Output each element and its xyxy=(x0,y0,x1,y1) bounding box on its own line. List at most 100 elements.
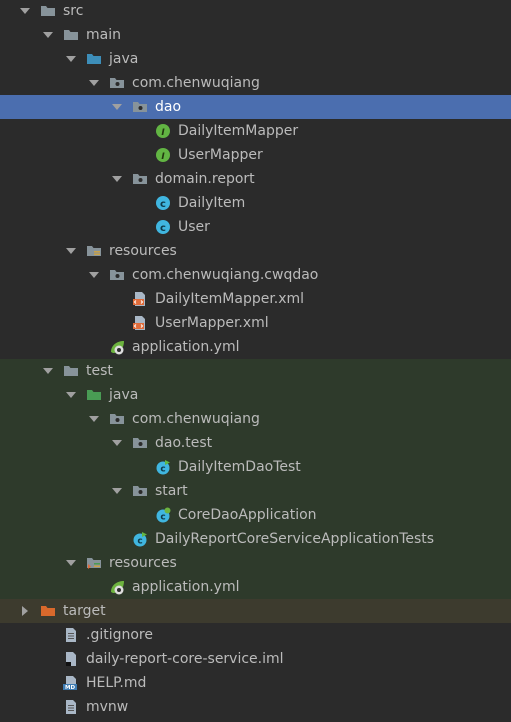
tree-node-com-chenwuqiang[interactable]: com.chenwuqiang xyxy=(0,407,511,431)
tree-node-java[interactable]: java xyxy=(0,383,511,407)
folder-icon xyxy=(63,27,79,43)
expand-arrow-icon[interactable] xyxy=(65,53,77,65)
package-icon xyxy=(132,483,148,499)
tree-node-dao-test[interactable]: dao.test xyxy=(0,431,511,455)
svg-text:c: c xyxy=(160,223,166,234)
iml-file-icon xyxy=(63,651,79,667)
tree-node-label: UserMapper xyxy=(178,147,263,163)
tree-node-label: resources xyxy=(109,243,177,259)
tree-node-dailyitemmapper[interactable]: I DailyItemMapper xyxy=(0,119,511,143)
resources-folder-icon xyxy=(86,243,102,259)
package-icon xyxy=(132,171,148,187)
tree-node-label: start xyxy=(155,483,188,499)
tree-node-label: dao xyxy=(155,99,182,115)
package-icon xyxy=(109,75,125,91)
tree-node-label: daily-report-core-service.iml xyxy=(86,651,284,667)
tree-node-label: test xyxy=(86,363,113,379)
tree-node-label: DailyItemDaoTest xyxy=(178,459,301,475)
spring-config-icon xyxy=(109,339,125,355)
expand-arrow-icon[interactable] xyxy=(111,437,123,449)
xml-file-icon xyxy=(132,291,148,307)
class-icon: c xyxy=(155,219,171,235)
markdown-file-icon: MD xyxy=(63,675,79,691)
tree-node-application-yml[interactable]: application.yml xyxy=(0,335,511,359)
svg-text:c: c xyxy=(137,537,142,547)
svg-text:MD: MD xyxy=(65,685,75,691)
tree-node-target[interactable]: target xyxy=(0,599,511,623)
expand-arrow-icon[interactable] xyxy=(42,29,54,41)
expand-arrow-icon[interactable] xyxy=(111,485,123,497)
tree-node-dailyitem[interactable]: c DailyItem xyxy=(0,191,511,215)
tree-node-dao[interactable]: dao xyxy=(0,95,511,119)
tree-node-coredaoapplication[interactable]: c CoreDaoApplication xyxy=(0,503,511,527)
folder-icon xyxy=(40,3,56,19)
expand-arrow-icon[interactable] xyxy=(88,413,100,425)
expand-arrow-icon[interactable] xyxy=(111,101,123,113)
tree-node-main[interactable]: main xyxy=(0,23,511,47)
tree-node-label: dao.test xyxy=(155,435,213,451)
tree-node-usermapper[interactable]: I UserMapper xyxy=(0,143,511,167)
tree-node-label: resources xyxy=(109,555,177,571)
svg-text:c: c xyxy=(160,513,165,523)
tree-node-user[interactable]: c User xyxy=(0,215,511,239)
tree-node-test[interactable]: test xyxy=(0,359,511,383)
tree-node-start[interactable]: start xyxy=(0,479,511,503)
tree-node-dailyitemdaotest[interactable]: c DailyItemDaoTest xyxy=(0,455,511,479)
expand-arrow-icon[interactable] xyxy=(65,557,77,569)
tree-node-label: com.chenwuqiang xyxy=(132,75,260,91)
tree-node-label: DailyItem xyxy=(178,195,246,211)
tree-node-domain-report[interactable]: domain.report xyxy=(0,167,511,191)
test-class-icon: c xyxy=(155,459,171,475)
tree-node-resources[interactable]: resources xyxy=(0,239,511,263)
spring-boot-class-icon: c xyxy=(155,507,171,523)
tree-node-usermapper-xml[interactable]: UserMapper.xml xyxy=(0,311,511,335)
collapse-arrow-icon[interactable] xyxy=(19,605,31,617)
package-icon xyxy=(132,99,148,115)
tree-node-daily-report-core-service-iml[interactable]: daily-report-core-service.iml xyxy=(0,647,511,671)
interface-icon: I xyxy=(155,147,171,163)
expand-arrow-icon[interactable] xyxy=(19,5,31,17)
tree-node-gitignore[interactable]: .gitignore xyxy=(0,623,511,647)
tree-node-label: DailyItemMapper xyxy=(178,123,299,139)
package-icon xyxy=(109,267,125,283)
tree-node-label: java xyxy=(109,387,139,403)
tree-node-label: java xyxy=(109,51,139,67)
tree-node-help-md[interactable]: MD HELP.md xyxy=(0,671,511,695)
tree-node-resources[interactable]: resources xyxy=(0,551,511,575)
tree-node-label: domain.report xyxy=(155,171,255,187)
tree-node-label: UserMapper.xml xyxy=(155,315,269,331)
tree-node-label: target xyxy=(63,603,106,619)
tree-node-label: com.chenwuqiang xyxy=(132,411,260,427)
tree-node-label: mvnw xyxy=(86,699,129,715)
expand-arrow-icon[interactable] xyxy=(111,173,123,185)
test-class-icon: c xyxy=(132,531,148,547)
tree-node-mvnw[interactable]: mvnw xyxy=(0,695,511,719)
tree-node-dailyitemmapper-xml[interactable]: DailyItemMapper.xml xyxy=(0,287,511,311)
tree-node-label: CoreDaoApplication xyxy=(178,507,317,523)
tree-node-label: com.chenwuqiang.cwqdao xyxy=(132,267,319,283)
tree-node-label: application.yml xyxy=(132,579,240,595)
tree-node-com-chenwuqiang-cwqdao[interactable]: com.chenwuqiang.cwqdao xyxy=(0,263,511,287)
expand-arrow-icon[interactable] xyxy=(88,77,100,89)
svg-text:c: c xyxy=(160,199,166,210)
project-tree: src main java com.chenwuqiang dao I DailyItemM… xyxy=(0,0,511,722)
text-file-icon xyxy=(63,627,79,643)
expand-arrow-icon[interactable] xyxy=(42,365,54,377)
tree-node-java[interactable]: java xyxy=(0,47,511,71)
folder-icon xyxy=(63,363,79,379)
tree-node-label: src xyxy=(63,3,84,19)
tree-node-src[interactable]: src xyxy=(0,0,511,23)
expand-arrow-icon[interactable] xyxy=(65,389,77,401)
excluded-folder-icon xyxy=(40,603,56,619)
expand-arrow-icon[interactable] xyxy=(88,269,100,281)
tree-node-label: main xyxy=(86,27,121,43)
tree-node-dailyreportcoreserviceapplicationtests[interactable]: c DailyReportCoreServiceApplicationTests xyxy=(0,527,511,551)
expand-arrow-icon[interactable] xyxy=(65,245,77,257)
svg-text:c: c xyxy=(160,465,165,475)
tree-node-com-chenwuqiang[interactable]: com.chenwuqiang xyxy=(0,71,511,95)
text-file-icon xyxy=(63,699,79,715)
tree-node-label: User xyxy=(178,219,210,235)
test-source-folder-icon xyxy=(86,387,102,403)
package-icon xyxy=(132,435,148,451)
tree-node-application-yml[interactable]: application.yml xyxy=(0,575,511,599)
